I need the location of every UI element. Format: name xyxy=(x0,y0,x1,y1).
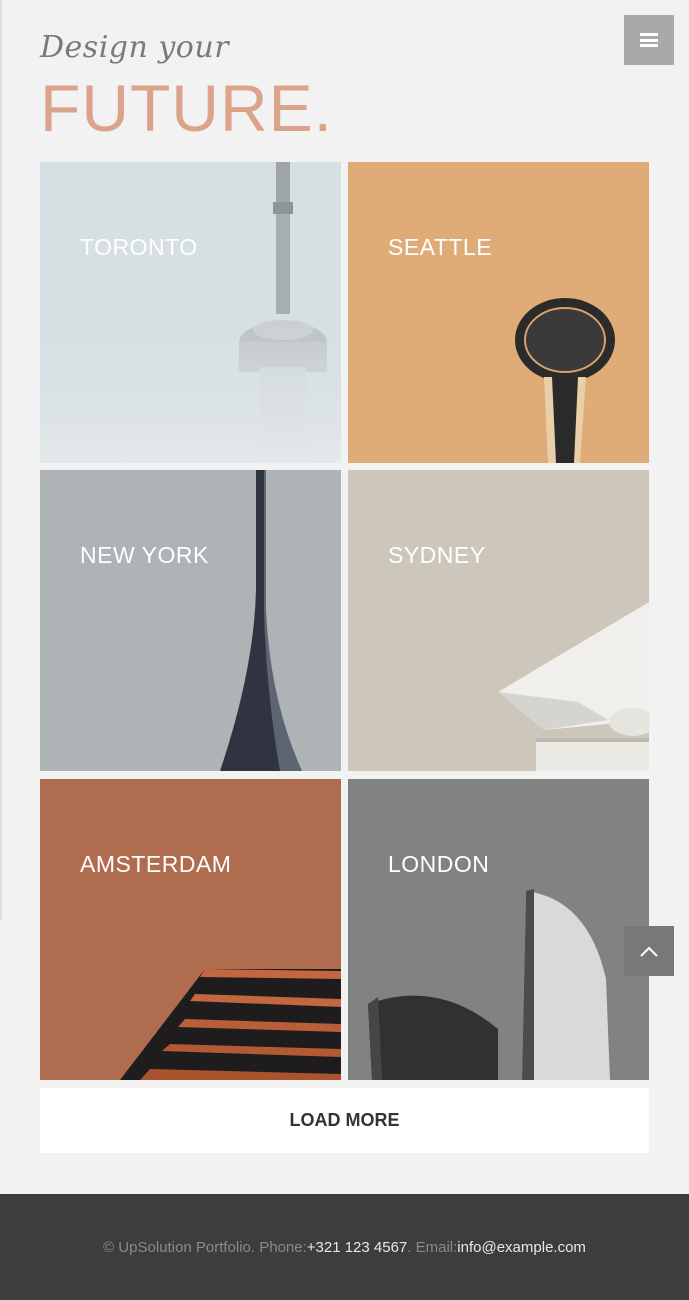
portfolio-item-label: LONDON xyxy=(388,851,490,877)
portfolio-item-amsterdam[interactable]: AMSTERDAM xyxy=(40,779,341,1080)
portfolio-item-label: TORONTO xyxy=(80,234,198,260)
london-towers-image xyxy=(368,889,610,1080)
scroll-to-top-button[interactable] xyxy=(624,926,674,976)
chevron-up-icon xyxy=(640,946,658,957)
footer: © UpSolution Portfolio. Phone: +321 123 … xyxy=(0,1194,689,1300)
page-edge-line xyxy=(0,0,2,920)
portfolio-item-toronto[interactable]: TORONTO xyxy=(40,162,341,463)
portfolio-item-seattle[interactable]: SEATTLE xyxy=(348,162,649,463)
portfolio-item-london[interactable]: LONDON xyxy=(348,779,649,1080)
portfolio-item-label: NEW YORK xyxy=(80,542,209,568)
amsterdam-building-image xyxy=(120,969,341,1080)
sydney-opera-image xyxy=(498,602,649,771)
tagline: Design your xyxy=(40,30,230,65)
seattle-needle-image xyxy=(515,298,615,463)
hamburger-icon xyxy=(640,33,658,47)
portfolio-item-sydney[interactable]: SYDNEY xyxy=(348,470,649,771)
footer-copyright: © UpSolution Portfolio. Phone: xyxy=(103,1238,307,1256)
load-more-button[interactable]: LOAD MORE xyxy=(40,1088,649,1153)
toronto-tower-image xyxy=(40,162,341,463)
menu-button[interactable] xyxy=(624,15,674,65)
portfolio-item-label: SEATTLE xyxy=(388,234,493,260)
portfolio-item-label: AMSTERDAM xyxy=(80,851,232,877)
footer-email-link[interactable]: info@example.com xyxy=(457,1239,586,1256)
page-title: FUTURE. xyxy=(40,71,333,145)
new-york-building-image xyxy=(220,470,302,771)
portfolio-item-new-york[interactable]: NEW YORK xyxy=(40,470,341,771)
footer-phone-link[interactable]: +321 123 4567 xyxy=(307,1239,408,1256)
footer-email-label: . Email: xyxy=(407,1238,458,1256)
portfolio-item-label: SYDNEY xyxy=(388,542,486,568)
